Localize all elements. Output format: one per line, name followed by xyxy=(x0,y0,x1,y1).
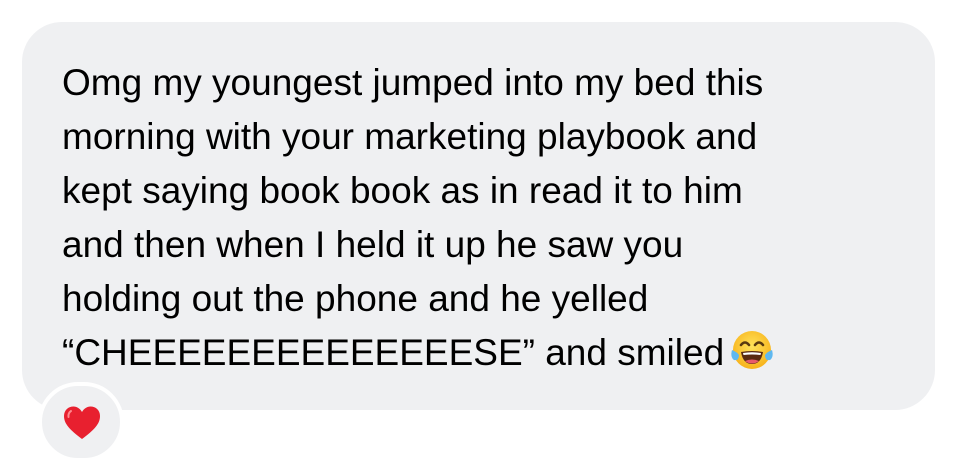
message-text: Omg my youngest jumped into my bed this … xyxy=(62,56,922,380)
reaction-badge[interactable] xyxy=(38,382,124,462)
message-line: holding out the phone and he yelled xyxy=(62,278,649,319)
message-line: kept saying book book as in read it to h… xyxy=(62,170,743,211)
tears-of-joy-emoji-icon xyxy=(728,326,776,374)
chat-screen: Omg my youngest jumped into my bed this … xyxy=(0,0,975,476)
message-line: morning with your marketing playbook and xyxy=(62,116,758,157)
red-heart-icon xyxy=(64,406,100,439)
message-line: “CHEEEEEEEEEEEEEESE” and smiled xyxy=(62,332,725,373)
message-last-line: “CHEEEEEEEEEEEEEESE” and smiled xyxy=(62,326,922,380)
message-line: Omg my youngest jumped into my bed this xyxy=(62,62,764,103)
message-line: and then when I held it up he saw you xyxy=(62,224,684,265)
message-bubble[interactable]: Omg my youngest jumped into my bed this … xyxy=(22,22,935,410)
